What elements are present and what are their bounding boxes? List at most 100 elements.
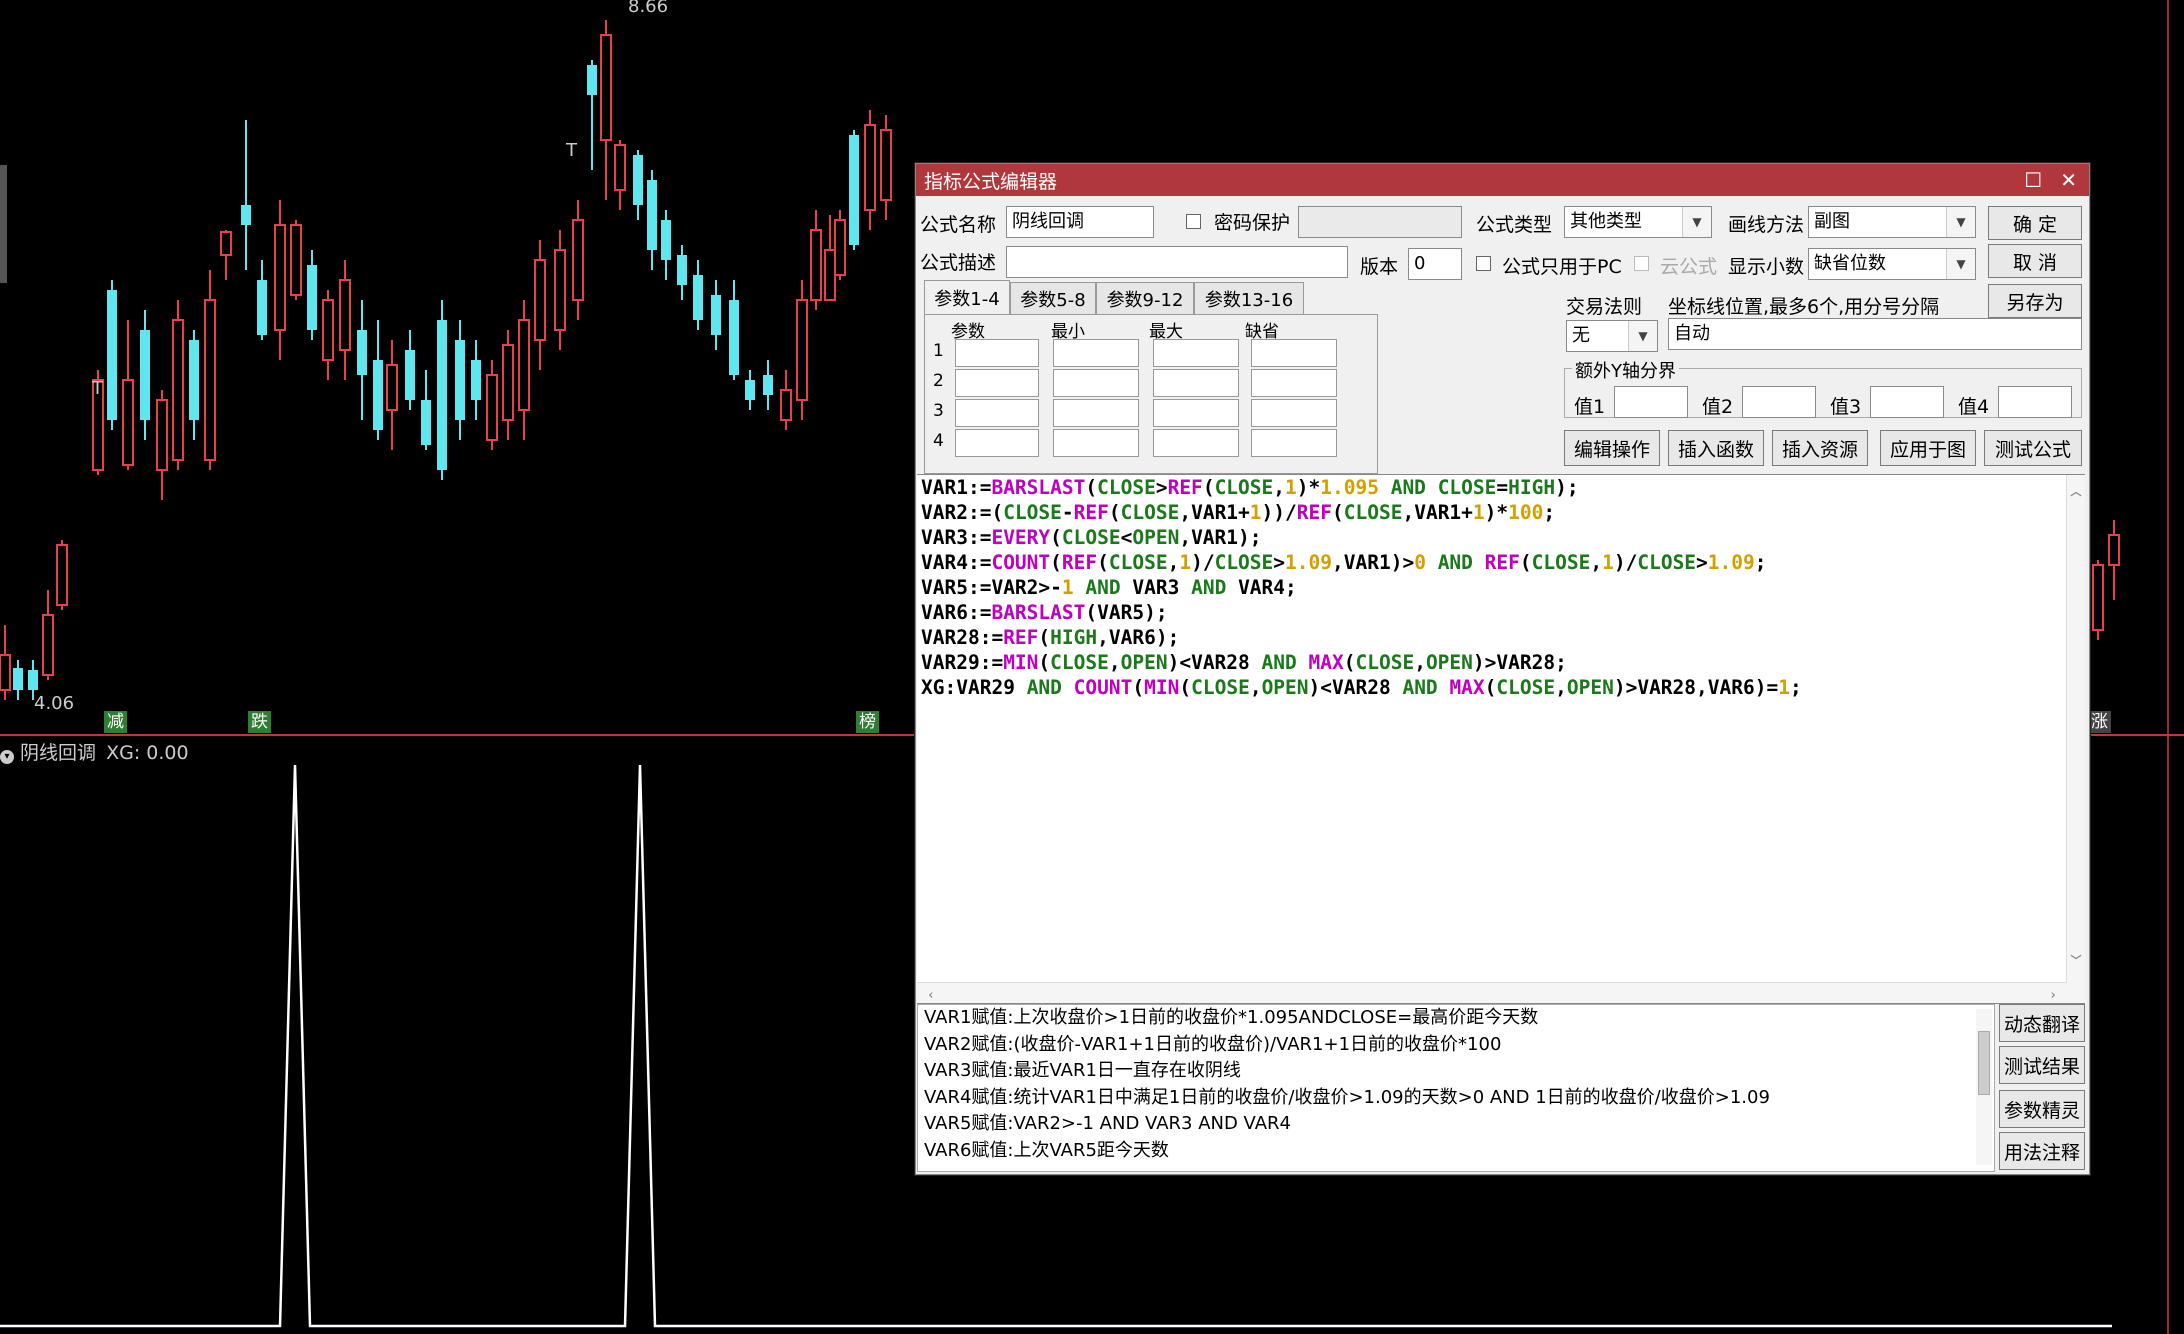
explain-line: VAR4赋值:统计VAR1日中满足1日前的收盘价/收盘价>1.09的天数>0 A… bbox=[924, 1086, 1770, 1108]
y-value2-input[interactable] bbox=[1742, 386, 1816, 418]
chevron-down-icon[interactable]: ▼ bbox=[1628, 321, 1657, 351]
candle-body bbox=[122, 379, 134, 466]
y-value1-input[interactable] bbox=[1614, 386, 1688, 418]
candle-body bbox=[763, 375, 773, 395]
explain-scroll-thumb[interactable] bbox=[1978, 1031, 1990, 1095]
param-row-number: 3 bbox=[933, 401, 944, 421]
axis-position-label: 坐标线位置,最多6个,用分号分隔 bbox=[1668, 296, 1940, 318]
decimals-value: 缺省位数 bbox=[1814, 253, 1886, 274]
scroll-up-icon[interactable]: ︿ bbox=[2067, 479, 2085, 504]
formula-editor-dialog: 指标公式编辑器 ☐ ✕ 公式名称 阴线回调 密码保护 公式类型 其他类型 ▼ 画… bbox=[915, 163, 2090, 1175]
insert-resource-button[interactable]: 插入资源 bbox=[1772, 430, 1868, 466]
candle-body bbox=[42, 614, 54, 676]
cancel-button[interactable]: 取 消 bbox=[1988, 244, 2082, 278]
maximize-icon[interactable]: ☐ bbox=[2024, 168, 2042, 192]
candle-body bbox=[834, 219, 846, 276]
ok-button[interactable]: 确 定 bbox=[1988, 206, 2082, 240]
param-cell[interactable] bbox=[1053, 399, 1139, 427]
param-cell[interactable] bbox=[1251, 429, 1337, 457]
description-input[interactable] bbox=[1006, 246, 1348, 278]
candle-body bbox=[810, 229, 822, 301]
explain-line: VAR2赋值:(收盘价-VAR1+1日前的收盘价)/VAR1+1日前的收盘价*1… bbox=[924, 1033, 1502, 1055]
param-cell[interactable] bbox=[1053, 429, 1139, 457]
param-cell[interactable] bbox=[1153, 429, 1239, 457]
test-result-button[interactable]: 测试结果 bbox=[1999, 1046, 2085, 1084]
param-cell[interactable] bbox=[955, 429, 1039, 457]
param-cell[interactable] bbox=[1153, 369, 1239, 397]
trade-rule-select[interactable]: 无 ▼ bbox=[1566, 320, 1658, 352]
param-cell[interactable] bbox=[1251, 369, 1337, 397]
param-cell[interactable] bbox=[1053, 369, 1139, 397]
tab-params-13-16[interactable]: 参数13-16 bbox=[1194, 282, 1304, 314]
y-value3-input[interactable] bbox=[1870, 386, 1944, 418]
candle-body bbox=[486, 374, 498, 441]
apply-to-chart-button[interactable]: 应用于图 bbox=[1880, 430, 1976, 466]
param-cell[interactable] bbox=[955, 399, 1039, 427]
param-wizard-button[interactable]: 参数精灵 bbox=[1999, 1090, 2085, 1128]
close-icon[interactable]: ✕ bbox=[2060, 168, 2077, 192]
usage-notes-button[interactable]: 用法注释 bbox=[1999, 1132, 2085, 1170]
chevron-down-icon[interactable]: ▼ bbox=[1946, 207, 1975, 237]
param-cell[interactable] bbox=[955, 339, 1039, 367]
param-cell[interactable] bbox=[1153, 339, 1239, 367]
candle-body bbox=[274, 224, 286, 331]
chevron-down-icon[interactable]: ▼ bbox=[1682, 207, 1711, 237]
candle-body bbox=[587, 65, 597, 95]
y-value4-input[interactable] bbox=[1998, 386, 2072, 418]
explain-line: VAR5赋值:VAR2>-1 AND VAR3 AND VAR4 bbox=[924, 1113, 1291, 1134]
decimals-select[interactable]: 缺省位数 ▼ bbox=[1808, 248, 1976, 280]
code-line: VAR6:=BARSLAST(VAR5); bbox=[921, 601, 1168, 624]
param-cell[interactable] bbox=[955, 369, 1039, 397]
param-cell[interactable] bbox=[1251, 339, 1337, 367]
candle-body bbox=[518, 319, 530, 411]
param-cell[interactable] bbox=[1053, 339, 1139, 367]
trade-rule-label: 交易法则 bbox=[1566, 296, 1643, 318]
code-hscrollbar[interactable]: ‹ › bbox=[917, 982, 2067, 1003]
edit-operation-button[interactable]: 编辑操作 bbox=[1564, 430, 1660, 466]
version-input[interactable]: 0 bbox=[1408, 248, 1462, 280]
tab-params-1-4[interactable]: 参数1-4 bbox=[924, 280, 1010, 314]
chevron-down-icon[interactable]: ▼ bbox=[1946, 249, 1975, 279]
explain-scrollbar[interactable] bbox=[1976, 1009, 1992, 1165]
candle-body bbox=[189, 340, 199, 420]
draw-method-select[interactable]: 副图 ▼ bbox=[1808, 206, 1976, 238]
formula-name-input[interactable]: 阴线回调 bbox=[1006, 206, 1154, 238]
tab-params-5-8[interactable]: 参数5-8 bbox=[1010, 282, 1096, 314]
dynamic-translate-button[interactable]: 动态翻译 bbox=[1999, 1004, 2085, 1042]
scroll-down-icon[interactable]: ﹀ bbox=[2067, 948, 2085, 973]
param-cell[interactable] bbox=[1251, 399, 1337, 427]
cloud-checkbox[interactable] bbox=[1634, 256, 1649, 271]
password-input[interactable] bbox=[1298, 206, 1462, 238]
formula-type-select[interactable]: 其他类型 ▼ bbox=[1564, 206, 1712, 238]
collapse-icon[interactable]: ▾ bbox=[0, 750, 14, 764]
explain-line: VAR6赋值:上次VAR5距今天数 bbox=[924, 1139, 1169, 1161]
candle-body bbox=[373, 360, 383, 430]
pc-only-checkbox[interactable] bbox=[1476, 256, 1491, 271]
param-row-number: 4 bbox=[933, 431, 944, 451]
test-formula-button[interactable]: 测试公式 bbox=[1984, 430, 2082, 466]
candle-body bbox=[172, 319, 184, 461]
param-grid: 参数 最小 最大 缺省 1234 bbox=[924, 314, 1378, 474]
decimals-label: 显示小数 bbox=[1728, 256, 1805, 278]
candle-body bbox=[600, 34, 612, 141]
formula-code-editor[interactable]: VAR1:=BARSLAST(CLOSE>REF(CLOSE,1)*1.095 … bbox=[917, 474, 2085, 1004]
code-line: VAR5:=VAR2>-1 AND VAR3 AND VAR4; bbox=[921, 576, 1297, 599]
candle-body bbox=[56, 544, 68, 606]
pc-only-label: 公式只用于PC bbox=[1502, 256, 1622, 278]
code-scrollbar[interactable]: ︿ ﹀ bbox=[2066, 475, 2085, 1003]
trade-rule-value: 无 bbox=[1572, 325, 1590, 346]
candle-body bbox=[0, 654, 11, 691]
left-scrollbar-handle bbox=[0, 165, 7, 283]
password-checkbox[interactable] bbox=[1186, 214, 1201, 229]
axis-position-input[interactable]: 自动 bbox=[1668, 318, 2082, 350]
save-as-button[interactable]: 另存为 bbox=[1988, 284, 2082, 318]
insert-function-button[interactable]: 插入函数 bbox=[1668, 430, 1764, 466]
code-line: VAR1:=BARSLAST(CLOSE>REF(CLOSE,1)*1.095 … bbox=[921, 476, 1579, 499]
candle-body bbox=[880, 129, 892, 201]
candle-body bbox=[849, 135, 859, 245]
candle-body bbox=[534, 259, 546, 341]
tab-params-9-12[interactable]: 参数9-12 bbox=[1096, 282, 1194, 314]
candle-body bbox=[13, 668, 23, 690]
dialog-titlebar[interactable]: 指标公式编辑器 ☐ ✕ bbox=[916, 164, 2089, 196]
param-cell[interactable] bbox=[1153, 399, 1239, 427]
